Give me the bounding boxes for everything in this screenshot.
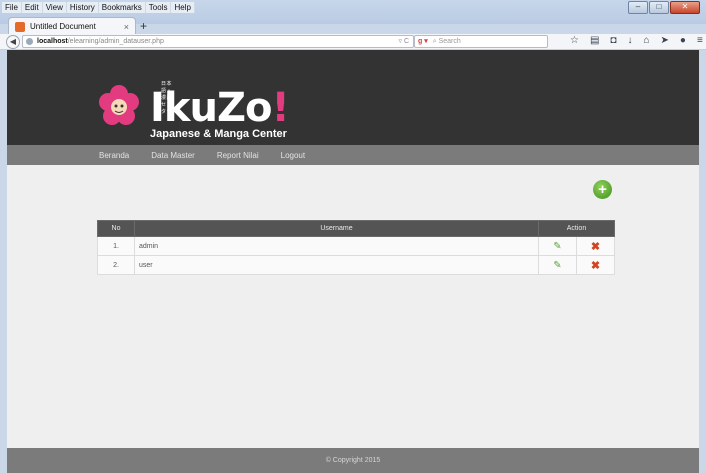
favicon-icon [15, 21, 25, 32]
nav-data-master[interactable]: Data Master [151, 151, 195, 160]
nav-report-nilai[interactable]: Report Nilai [217, 151, 259, 160]
download-icon[interactable]: ↓ [627, 35, 632, 46]
menu-icon[interactable]: ≡ [697, 35, 703, 46]
search-placeholder: Search [438, 38, 461, 45]
home-icon[interactable]: ⌂ [643, 35, 649, 46]
delete-x-icon: ✖ [590, 259, 601, 272]
tab-strip: Untitled Document × + [0, 14, 706, 35]
column-header-username: Username [134, 220, 539, 237]
tab-title: Untitled Document [30, 22, 96, 31]
site-info-icon[interactable] [26, 38, 33, 45]
minimize-button[interactable]: – [628, 1, 648, 14]
site-footer: © Copyright 2015 [7, 448, 699, 473]
row-number: 2. [97, 255, 135, 275]
maximize-button[interactable]: □ [649, 1, 669, 14]
close-window-button[interactable]: ✕ [670, 1, 700, 14]
site-header: 日本語・漫画センター IkuZo! Japanese & Manga Cente… [7, 50, 699, 145]
edit-button[interactable]: ✎ [538, 236, 577, 256]
star-icon[interactable]: ☆ [570, 35, 579, 46]
search-icon: ⌕ [432, 38, 437, 45]
pocket-icon[interactable]: ◘ [610, 35, 616, 46]
row-number: 1. [97, 236, 135, 256]
toolbar-icons: ☆ ▤ ◘ ↓ ⌂ ➤ ● ≡ [570, 35, 703, 46]
menu-edit[interactable]: Edit [21, 2, 43, 13]
new-tab-button[interactable]: + [140, 19, 147, 33]
menu-tools[interactable]: Tools [145, 2, 172, 13]
send-icon[interactable]: ➤ [661, 35, 669, 46]
menu-file[interactable]: File [2, 2, 22, 13]
logo-title: IkuZo! [150, 85, 290, 131]
reading-list-icon[interactable]: ▤ [590, 35, 599, 46]
logo-flower-icon [99, 85, 139, 125]
column-header-action: Action [538, 220, 615, 237]
column-header-no: No [97, 220, 135, 237]
delete-button[interactable]: ✖ [576, 255, 615, 275]
web-page: 日本語・漫画センター IkuZo! Japanese & Manga Cente… [7, 50, 699, 473]
delete-x-icon: ✖ [590, 240, 601, 253]
row-username: user [134, 255, 539, 275]
menu-view[interactable]: View [42, 2, 67, 13]
table-row: 2. user ✎ ✖ [97, 255, 615, 275]
back-button[interactable]: ◀ [6, 35, 20, 49]
url-bar[interactable]: localhost/elearning/admin_datauser.php ▿… [22, 35, 414, 48]
chat-icon[interactable]: ● [680, 35, 686, 46]
search-bar[interactable]: g ▾ ⌕ Search [414, 35, 548, 48]
url-path: /elearning/admin_datauser.php [67, 38, 164, 45]
search-engine-icon[interactable]: g ▾ [418, 36, 428, 47]
menu-help[interactable]: Help [171, 2, 195, 13]
window-controls: – □ ✕ [627, 1, 700, 14]
row-username: admin [134, 236, 539, 256]
logo-subtitle: Japanese & Manga Center [150, 128, 287, 140]
edit-button[interactable]: ✎ [538, 255, 577, 275]
url-host: localhost [37, 38, 68, 45]
menu-bookmarks[interactable]: Bookmarks [98, 2, 146, 13]
tab-close-button[interactable]: × [124, 22, 129, 32]
table-header-row: No Username Action [97, 220, 615, 237]
reload-icon[interactable]: ▿ C [398, 36, 409, 47]
pencil-icon: ✎ [553, 259, 562, 271]
user-table: No Username Action 1. admin ✎ ✖ 2. user … [97, 220, 615, 275]
nav-logout[interactable]: Logout [281, 151, 305, 160]
pencil-icon: ✎ [553, 240, 562, 252]
browser-tab[interactable]: Untitled Document × [8, 17, 136, 35]
menu-bar: File Edit View History Bookmarks Tools H… [2, 2, 195, 13]
menu-history[interactable]: History [66, 2, 99, 13]
nav-beranda[interactable]: Beranda [99, 151, 129, 160]
main-nav: Beranda Data Master Report Nilai Logout [7, 145, 699, 165]
navigation-toolbar: ◀ localhost/elearning/admin_datauser.php… [0, 34, 706, 50]
delete-button[interactable]: ✖ [576, 236, 615, 256]
table-row: 1. admin ✎ ✖ [97, 236, 615, 256]
add-user-button[interactable]: + [593, 180, 612, 199]
